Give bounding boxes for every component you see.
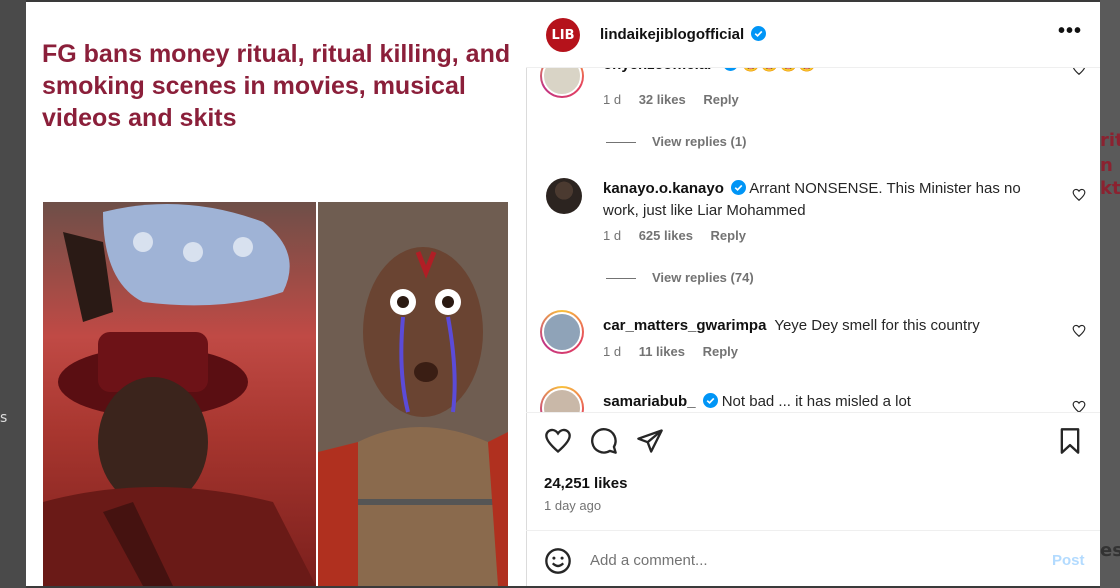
backdrop-right-text: rit: [1100, 130, 1120, 151]
comment-likes[interactable]: 32 likes: [639, 92, 686, 107]
comment-likes[interactable]: 625 likes: [639, 228, 693, 243]
comment-body: car_matters_gwarimpa Yeye Dey smell for …: [603, 315, 1043, 337]
reply-button[interactable]: Reply: [711, 228, 746, 243]
verified-icon: [724, 68, 737, 71]
comments-list[interactable]: onyenzeofficial 😂😂😂😂 1 d 32 likes Reply …: [526, 68, 1100, 412]
comment-time: 1 d: [603, 344, 622, 359]
view-replies-line: [606, 278, 636, 280]
comment-meta: 1 d 11 likes Reply: [603, 344, 752, 359]
reply-button[interactable]: Reply: [703, 92, 738, 107]
comment-body: samariabub_ Not bad ... it has misled a …: [603, 391, 1043, 412]
view-replies-line: [606, 142, 636, 144]
emoji-icon[interactable]: [544, 547, 572, 575]
comment-body: kanayo.o.kanayo Arrant NONSENSE. This Mi…: [603, 178, 1043, 222]
comment-icon[interactable]: [590, 427, 618, 455]
comment-time: 1 d: [603, 228, 622, 243]
comment-time: 1 d: [603, 92, 622, 107]
comment-meta: 1 d 625 likes Reply: [603, 228, 760, 243]
bookmark-icon[interactable]: [1056, 427, 1084, 455]
reply-button[interactable]: Reply: [703, 344, 738, 359]
add-comment-bar: Post: [526, 530, 1100, 586]
commenter-avatar[interactable]: [540, 386, 584, 412]
comment-like-icon[interactable]: [1072, 324, 1086, 338]
post-headline: FG bans money ritual, ritual killing, an…: [42, 40, 511, 132]
post-comment-button[interactable]: Post: [1052, 552, 1085, 569]
comment-text: 😂😂😂😂: [742, 68, 817, 73]
view-replies-button[interactable]: View replies (74): [606, 270, 754, 285]
post-image: FG bans money ritual, ritual killing, an…: [26, 2, 526, 586]
backdrop-left: s: [0, 0, 26, 588]
commenter-avatar[interactable]: [546, 178, 582, 214]
comment-body: onyenzeofficial 😂😂😂😂: [603, 68, 1043, 76]
backdrop-right-text: kts: [1100, 178, 1120, 199]
comment-likes[interactable]: 11 likes: [639, 344, 685, 359]
commenter-avatar[interactable]: [540, 310, 584, 354]
verified-icon: [751, 26, 767, 41]
more-options-button[interactable]: •••: [1058, 20, 1082, 43]
backdrop-right: rit n kts esp: [1100, 0, 1120, 588]
author-username[interactable]: lindaikejiblogofficial: [600, 26, 767, 43]
verified-icon: [730, 180, 746, 195]
photo-right: [318, 202, 508, 586]
view-replies-text[interactable]: View replies (74): [652, 270, 754, 285]
photo-left: [43, 202, 316, 586]
comment-username[interactable]: car_matters_gwarimpa: [603, 317, 766, 334]
backdrop-left-text: s: [0, 410, 8, 426]
comment-username[interactable]: onyenzeofficial: [603, 68, 711, 73]
author-username-text[interactable]: lindaikejiblogofficial: [600, 26, 744, 43]
action-bar: [526, 412, 1100, 462]
commenter-avatar[interactable]: [540, 68, 584, 98]
share-icon[interactable]: [636, 427, 664, 455]
view-replies-button[interactable]: View replies (1): [606, 134, 746, 149]
comment-username[interactable]: samariabub_: [603, 393, 696, 410]
comment-text: Yeye Dey smell for this country: [774, 317, 980, 334]
author-avatar[interactable]: LIB: [546, 18, 580, 52]
post-sidebar: LIB lindaikejiblogofficial ••• onyenzeof…: [526, 2, 1100, 586]
post-header: LIB lindaikejiblogofficial •••: [526, 2, 1100, 68]
comment-like-icon[interactable]: [1072, 188, 1086, 202]
post-likes-count[interactable]: 24,251 likes: [544, 475, 627, 492]
comment-like-icon[interactable]: [1072, 68, 1086, 76]
backdrop-right-text: n: [1100, 155, 1113, 176]
verified-icon: [702, 393, 718, 408]
view-replies-text[interactable]: View replies (1): [652, 134, 746, 149]
comment-username[interactable]: kanayo.o.kanayo: [603, 180, 724, 197]
like-icon[interactable]: [544, 427, 572, 455]
backdrop-right-text: esp: [1100, 540, 1120, 561]
post-timestamp: 1 day ago: [544, 498, 602, 513]
comment-like-icon[interactable]: [1072, 400, 1086, 412]
comment-meta: 1 d 32 likes Reply: [603, 92, 753, 107]
post-modal: FG bans money ritual, ritual killing, an…: [26, 2, 1100, 586]
comment-text: Not bad ... it has misled a lot: [721, 393, 911, 410]
comment-input[interactable]: [590, 545, 1020, 575]
